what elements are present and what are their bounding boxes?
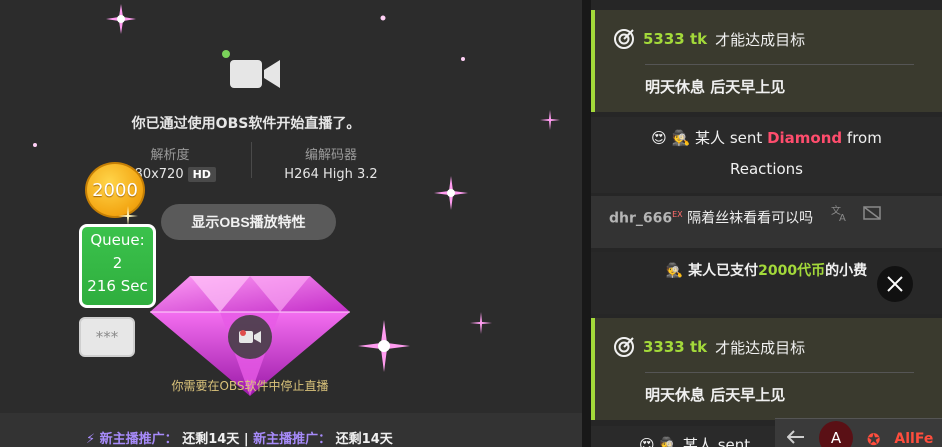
stop-stream-hint: 你需要在OBS软件中停止直播 xyxy=(171,379,329,393)
queue-time: 216 Sec xyxy=(87,277,148,295)
video-camera-off-icon xyxy=(239,330,261,343)
incognito-icon: 🕵 xyxy=(659,436,679,447)
goal-amount: 5333 tk xyxy=(643,30,708,48)
svg-text:A: A xyxy=(839,213,846,222)
goal-separator xyxy=(645,372,914,373)
codec-stat: 编解码器 H264 High 3.2 xyxy=(276,144,386,182)
hd-badge: HD xyxy=(187,167,216,182)
sparkle-icon xyxy=(118,206,138,226)
goal-text: 才能达成目标 xyxy=(715,30,806,49)
incognito-icon: 🕵 xyxy=(665,263,684,279)
translate-icon[interactable]: 文A xyxy=(831,204,849,222)
chat-panel: 5333 tk 才能达成目标 明天休息 后天早上见 😍 🕵 某人 sent Di… xyxy=(591,0,942,447)
codec-value: H264 High 3.2 xyxy=(284,167,378,182)
promo-label: 新主播推广： xyxy=(99,432,178,447)
gift-item: Diamond xyxy=(767,129,843,147)
x-share-button[interactable] xyxy=(877,266,913,302)
chat-message-body: dhr_666EX 隔着丝袜看看可以吗 xyxy=(609,204,819,230)
target-icon xyxy=(614,29,634,49)
masked-value-box[interactable]: *** xyxy=(79,317,135,357)
promo-days: 还剩14天 xyxy=(335,432,393,447)
gift-sender: 某人 xyxy=(695,129,726,147)
gift-line: 😍 🕵 某人 sent Diamond from xyxy=(591,123,942,154)
goal-card: 3333 tk 才能达成目标 明天休息 后天早上见 xyxy=(591,318,942,420)
resolution-stat: 解析度 1280x720 HD xyxy=(118,144,216,182)
show-obs-settings-button[interactable]: 显示OBS播放特性 xyxy=(161,204,336,240)
chat-text: 隔着丝袜看看可以吗 xyxy=(687,210,814,227)
promo-separator: | xyxy=(243,432,254,447)
heart-eyes-emoji-icon: 😍 xyxy=(651,129,667,147)
lightning-icon: ⚡ xyxy=(86,432,100,447)
stat-divider xyxy=(251,142,252,178)
sparkle-icon xyxy=(461,57,465,61)
sparkle-icon xyxy=(33,143,37,147)
live-indicator-dot xyxy=(222,50,230,58)
sparkle-icon xyxy=(434,176,468,210)
tip-amount: 2000代币 xyxy=(758,263,826,279)
sparkle-icon xyxy=(106,4,136,34)
video-camera-icon xyxy=(230,60,280,88)
gift-sent-word: sent xyxy=(729,129,763,147)
resolution-label: 解析度 xyxy=(150,148,190,163)
promo-label: 新主播推广： xyxy=(253,432,332,447)
x-logo-icon xyxy=(887,276,903,292)
tip-suffix: 的小费 xyxy=(825,263,868,279)
queue-box[interactable]: Queue: 2 216 Sec xyxy=(79,224,156,308)
back-arrow-icon[interactable] xyxy=(787,430,805,444)
target-icon xyxy=(614,337,634,357)
sparkle-icon xyxy=(358,320,410,372)
goal-text: 才能达成目标 xyxy=(715,338,806,357)
sparkle-icon xyxy=(380,15,386,21)
user-badge: EX xyxy=(672,210,683,219)
gift-message: 😍 🕵 某人 sent Diamond from Reactions xyxy=(591,117,942,193)
browser-overlay-bar: A ✪ AllFe xyxy=(775,418,942,447)
goal-note: 明天休息 后天早上见 xyxy=(645,386,786,404)
goal-note: 明天休息 后天早上见 xyxy=(645,78,786,96)
tip-sender: 某人 xyxy=(688,263,717,279)
codec-label: 编解码器 xyxy=(304,148,357,163)
sparkle-icon xyxy=(540,110,560,130)
incognito-icon: 🕵 xyxy=(671,129,691,147)
site-label[interactable]: AllFe xyxy=(894,431,933,447)
goal-card: 5333 tk 才能达成目标 明天休息 后天早上见 xyxy=(591,10,942,112)
tip-paid: 已支付 xyxy=(716,263,759,279)
promo-days: 还剩14天 xyxy=(182,432,240,447)
account-avatar[interactable]: A xyxy=(819,421,853,447)
queue-label: Queue: xyxy=(90,231,145,249)
gift-from-word: from xyxy=(846,129,882,147)
queue-count: 2 xyxy=(112,254,123,272)
sparkle-icon xyxy=(470,312,492,334)
panel-divider xyxy=(582,0,591,447)
goal-line: 3333 tk 才能达成目标 xyxy=(613,336,805,358)
chat-username[interactable]: dhr_666 xyxy=(609,211,672,227)
goal-amount: 3333 tk xyxy=(643,338,708,356)
hide-image-icon[interactable] xyxy=(863,204,881,222)
gift-sender: 某人 xyxy=(682,436,713,447)
message-actions: 文A xyxy=(831,204,881,222)
heart-eyes-emoji-icon: 😍 xyxy=(639,436,655,447)
obs-started-message: 你已通过使用OBS软件开始直播了。 xyxy=(131,116,361,132)
star-badge-icon: ✪ xyxy=(867,429,881,447)
chat-message: dhr_666EX 隔着丝袜看看可以吗 文A xyxy=(591,196,942,248)
gift-source: Reactions xyxy=(730,160,803,178)
gift-sent-word: sent xyxy=(717,436,751,447)
goal-separator xyxy=(645,64,914,65)
camera-status xyxy=(222,50,282,94)
stream-screen: 你已通过使用OBS软件开始直播了。 解析度 1280x720 HD 编解码器 H2… xyxy=(0,0,942,447)
goal-line: 5333 tk 才能达成目标 xyxy=(613,28,805,50)
new-host-promo: ⚡ 新主播推广： 还剩14天 | 新主播推广： 还剩14天 xyxy=(86,428,393,447)
broadcast-panel: 你已通过使用OBS软件开始直播了。 解析度 1280x720 HD 编解码器 H2… xyxy=(0,0,582,447)
stop-camera-button[interactable] xyxy=(228,315,272,359)
